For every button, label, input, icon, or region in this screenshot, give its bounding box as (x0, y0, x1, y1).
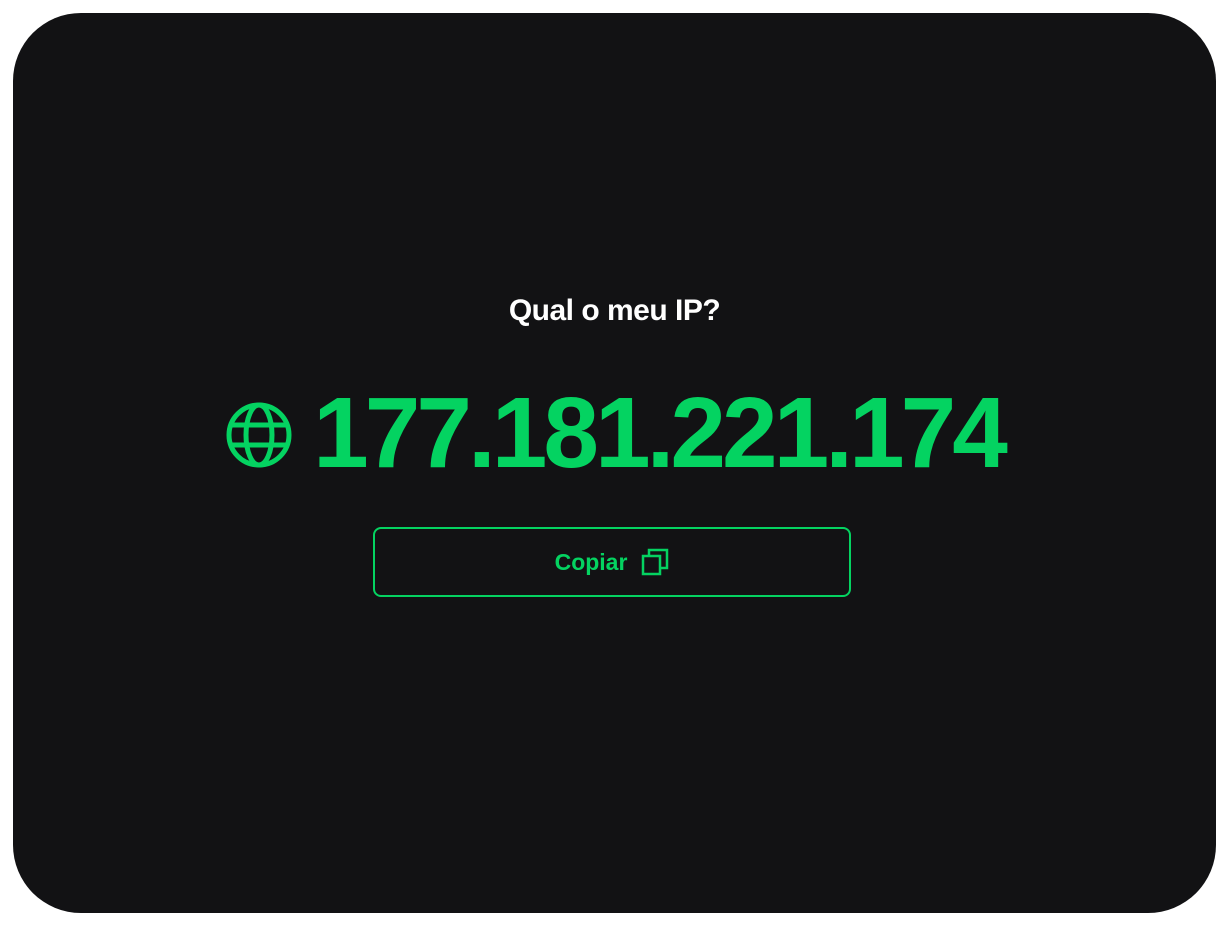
ip-display: 177.181.221.174 (13, 377, 1216, 489)
ip-address: 177.181.221.174 (313, 377, 1008, 489)
copy-icon (642, 548, 669, 576)
copy-button-label: Copiar (554, 548, 628, 575)
ip-card: Qual o meu IP? 177.181.221.174 Copiar (13, 13, 1216, 913)
page-title: Qual o meu IP? (508, 294, 721, 327)
globe-icon (226, 402, 292, 468)
copy-button[interactable]: Copiar (373, 527, 851, 597)
